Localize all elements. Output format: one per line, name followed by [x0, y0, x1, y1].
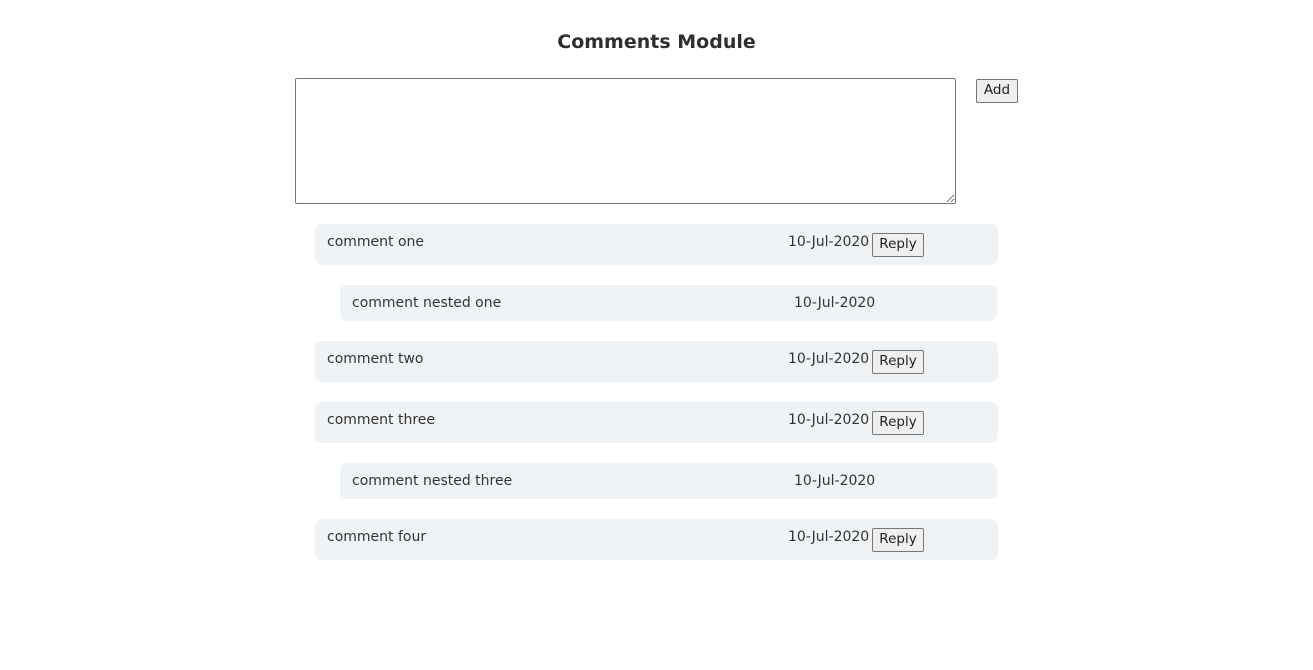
reply-button[interactable]: Reply [872, 350, 924, 374]
page-title: Comments Module [557, 31, 756, 53]
reply-button[interactable]: Reply [872, 233, 924, 257]
add-button[interactable]: Add [976, 79, 1018, 103]
comment-date: 10-Jul-2020 [788, 529, 870, 545]
comment-text: comment three [327, 412, 436, 428]
comment-text: comment one [327, 234, 425, 250]
comment-item: comment one 10-Jul-2020 Reply [315, 224, 998, 265]
comment-item: comment three 10-Jul-2020 Reply [315, 402, 998, 443]
comment-date: 10-Jul-2020 [788, 234, 870, 250]
comments-page: Comments Module Add comment one 10-Jul-2… [0, 0, 1313, 670]
comment-date: 10-Jul-2020 [794, 473, 876, 489]
comment-text: comment four [327, 529, 427, 545]
reply-button[interactable]: Reply [872, 411, 924, 435]
comment-text: comment two [327, 351, 424, 367]
comment-date: 10-Jul-2020 [794, 295, 876, 311]
comment-text: comment nested one [352, 295, 502, 311]
nested-comment-item: comment nested three 10-Jul-2020 [340, 463, 997, 499]
comment-input[interactable] [295, 78, 956, 204]
nested-comment-item: comment nested one 10-Jul-2020 [340, 285, 997, 321]
comment-item: comment two 10-Jul-2020 Reply [315, 341, 998, 382]
comment-date: 10-Jul-2020 [788, 351, 870, 367]
comment-text: comment nested three [352, 473, 513, 489]
comment-date: 10-Jul-2020 [788, 412, 870, 428]
reply-button[interactable]: Reply [872, 528, 924, 552]
comment-item: comment four 10-Jul-2020 Reply [315, 519, 998, 560]
